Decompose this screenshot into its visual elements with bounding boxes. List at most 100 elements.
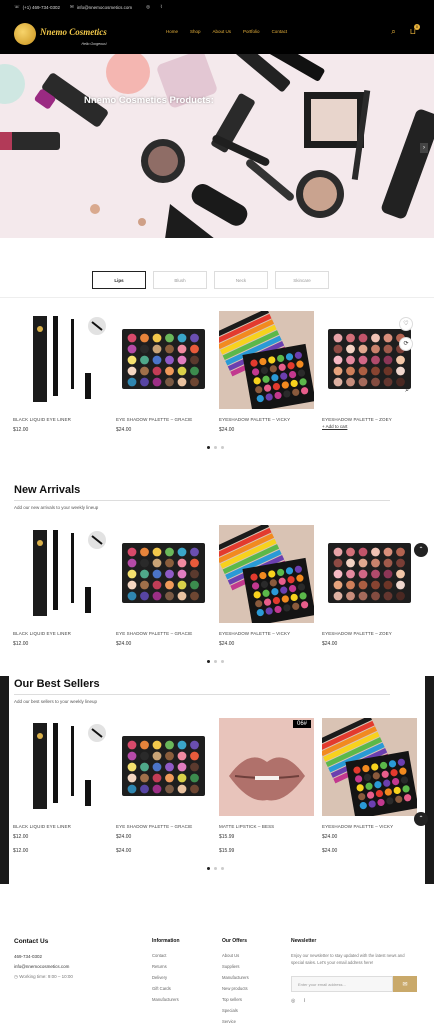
carousel-dot[interactable] bbox=[221, 446, 224, 449]
product-name[interactable]: EYESHADOW PALETTE – VICKY bbox=[322, 824, 417, 829]
product-card[interactable]: EYE SHADOW PALETTE – GRACIE $24.00 $24.0… bbox=[116, 718, 211, 854]
nav-home[interactable]: Home bbox=[166, 29, 178, 34]
scroll-up-button[interactable]: ⌃ bbox=[414, 543, 428, 557]
nav-about[interactable]: About Us bbox=[213, 29, 232, 34]
product-image-eyeliner[interactable] bbox=[13, 311, 108, 409]
carousel-dot[interactable] bbox=[207, 867, 210, 870]
carousel-dot[interactable] bbox=[214, 660, 217, 663]
compare-icon[interactable]: ⟳ bbox=[399, 337, 413, 351]
product-name[interactable]: EYESHADOW PALETTE – VICKY bbox=[219, 631, 314, 636]
product-card[interactable]: EYESHADOW PALETTE – VICKY $24.00 bbox=[219, 311, 314, 433]
product-card[interactable]: BLACK LIQUID EYE LINER $12.00 bbox=[13, 525, 108, 647]
footer-link[interactable]: Gift Cards bbox=[152, 986, 180, 991]
product-image-palette[interactable] bbox=[116, 311, 211, 409]
footer-link[interactable]: Contact bbox=[152, 953, 180, 958]
footer-link[interactable]: Top sellers bbox=[222, 997, 249, 1002]
product-name[interactable]: EYESHADOW PALETTE – VICKY bbox=[219, 417, 314, 422]
carousel-dots bbox=[207, 660, 224, 663]
palette-image-gracie bbox=[116, 311, 211, 409]
hero-next-arrow[interactable]: › bbox=[420, 143, 428, 153]
heart-icon[interactable]: ♡ bbox=[399, 317, 413, 331]
tab-lips[interactable]: Lips bbox=[92, 271, 146, 289]
nav-contact[interactable]: Contact bbox=[272, 29, 288, 34]
product-card[interactable]: BLACK LIQUID EYE LINER $12.00 bbox=[13, 311, 108, 433]
search-icon[interactable]: ⌕ bbox=[391, 27, 395, 37]
carousel-dot[interactable] bbox=[207, 660, 210, 663]
product-image-palette[interactable] bbox=[116, 718, 211, 816]
palette-image-vicky bbox=[322, 718, 417, 816]
main-nav: Home Shop About Us Portfolio Contact bbox=[166, 29, 287, 34]
carousel-dot[interactable] bbox=[207, 446, 210, 449]
product-card[interactable]: ♡ ⟳ ⌕ EYESHADOW PALETTE – ZOEY + Add to … bbox=[322, 311, 417, 429]
carousel-dot[interactable] bbox=[214, 446, 217, 449]
product-name[interactable]: EYE SHADOW PALETTE – GRACIE bbox=[116, 417, 211, 422]
product-name[interactable]: EYE SHADOW PALETTE – GRACIE bbox=[116, 631, 211, 636]
carousel-dot[interactable] bbox=[221, 867, 224, 870]
newsletter-email-input[interactable]: Enter your email address... bbox=[291, 976, 393, 992]
product-image-palette[interactable] bbox=[116, 525, 211, 623]
product-name[interactable]: MATTE LIPSTICK – BESS bbox=[219, 824, 314, 829]
product-name[interactable]: EYE SHADOW PALETTE – GRACIE bbox=[116, 824, 211, 829]
product-image-palette[interactable] bbox=[219, 311, 314, 409]
product-card[interactable]: EYE SHADOW PALETTE – GRACIE $24.00 bbox=[116, 525, 211, 647]
product-name[interactable]: BLACK LIQUID EYE LINER bbox=[13, 824, 108, 829]
hero-title: Nnemo Cosmetics Products: bbox=[84, 95, 214, 106]
tab-neck[interactable]: Neck bbox=[214, 271, 268, 289]
logo-emblem bbox=[14, 23, 36, 45]
category-tabs: Lips Blush Neck Skincare bbox=[92, 271, 329, 289]
cart-button[interactable]: ⊔ 0 bbox=[410, 24, 420, 37]
scroll-up-button[interactable]: ⌃ bbox=[414, 812, 428, 826]
carousel-dot[interactable] bbox=[214, 867, 217, 870]
product-image-palette[interactable] bbox=[219, 525, 314, 623]
footer-link[interactable]: Returns bbox=[152, 964, 180, 969]
product-image-eyeliner[interactable] bbox=[13, 525, 108, 623]
phone-contact[interactable]: ☏ (+1) 469-734-0302 bbox=[14, 4, 60, 10]
footer-phone[interactable]: 469-734-0302 bbox=[14, 954, 73, 959]
product-image-palette[interactable]: ♡ ⟳ ⌕ bbox=[322, 311, 417, 409]
tab-skincare[interactable]: Skincare bbox=[275, 271, 329, 289]
cart-count-badge: 0 bbox=[414, 24, 420, 30]
rss-icon[interactable]: ⌇ bbox=[160, 4, 162, 10]
newsletter-submit-button[interactable]: ✉ bbox=[393, 976, 417, 992]
product-card[interactable]: 06# MATTE LIPSTICK – BESS $15.99 $15.99 bbox=[219, 718, 314, 854]
product-image-lipstick[interactable]: 06# bbox=[219, 718, 314, 816]
product-card[interactable]: EYE SHADOW PALETTE – GRACIE $24.00 bbox=[116, 311, 211, 433]
footer-hours: ◷ Working time: 9:00 – 10:00 bbox=[14, 974, 73, 980]
product-name[interactable]: BLACK LIQUID EYE LINER bbox=[13, 631, 108, 636]
email-contact[interactable]: ✉ info@nnemocosmetics.com bbox=[70, 4, 132, 10]
footer-link[interactable]: Manufacturers bbox=[152, 997, 180, 1002]
divider bbox=[14, 500, 390, 501]
footer-link[interactable]: Delivery bbox=[152, 975, 180, 980]
product-card[interactable]: EYESHADOW PALETTE – VICKY $24.00 bbox=[219, 525, 314, 647]
quick-view-icon[interactable]: ⌕ bbox=[405, 387, 409, 395]
product-card[interactable]: EYESHADOW PALETTE – VICKY $24.00 $24.00 bbox=[322, 718, 417, 854]
nav-shop[interactable]: Shop bbox=[190, 29, 201, 34]
product-image-palette[interactable] bbox=[322, 525, 417, 623]
instagram-icon[interactable]: ◎ bbox=[291, 998, 295, 1004]
product-name[interactable]: EYESHADOW PALETTE – ZOEY bbox=[322, 417, 417, 422]
product-image-eyeliner[interactable] bbox=[13, 718, 108, 816]
brand-logo[interactable]: Nnemo Cosmetics Hello Gorgeous! bbox=[14, 22, 107, 46]
tab-blush[interactable]: Blush bbox=[153, 271, 207, 289]
footer-link[interactable]: About Us bbox=[222, 953, 249, 958]
newsletter-text: Enjoy our newsletter to stay updated wit… bbox=[291, 953, 405, 965]
rss-icon[interactable]: ⌇ bbox=[303, 998, 305, 1004]
product-name[interactable]: BLACK LIQUID EYE LINER bbox=[13, 417, 108, 422]
footer-link[interactable]: Suppliers bbox=[222, 964, 249, 969]
footer-link[interactable]: Service bbox=[222, 1019, 249, 1024]
footer-link[interactable]: Manufacturers bbox=[222, 975, 249, 980]
footer-link[interactable]: New products bbox=[222, 986, 249, 991]
nav-portfolio[interactable]: Portfolio bbox=[243, 29, 260, 34]
product-card[interactable]: BLACK LIQUID EYE LINER $12.00 $12.00 bbox=[13, 718, 108, 854]
product-price: $24.00 bbox=[116, 641, 132, 647]
product-card[interactable]: EYESHADOW PALETTE – ZOEY $24.00 bbox=[322, 525, 417, 647]
footer-email[interactable]: info@nnemocosmetics.com bbox=[14, 964, 73, 969]
footer-link[interactable]: Specials bbox=[222, 1008, 249, 1013]
instagram-icon[interactable]: ◎ bbox=[146, 4, 150, 10]
carousel-dot[interactable] bbox=[221, 660, 224, 663]
product-name[interactable]: EYESHADOW PALETTE – ZOEY bbox=[322, 631, 417, 636]
product-image-palette[interactable] bbox=[322, 718, 417, 816]
product-price: $24.00 bbox=[219, 427, 235, 433]
add-to-cart-link[interactable]: + Add to cart bbox=[322, 424, 417, 429]
shade-badge: 06# bbox=[292, 720, 311, 728]
